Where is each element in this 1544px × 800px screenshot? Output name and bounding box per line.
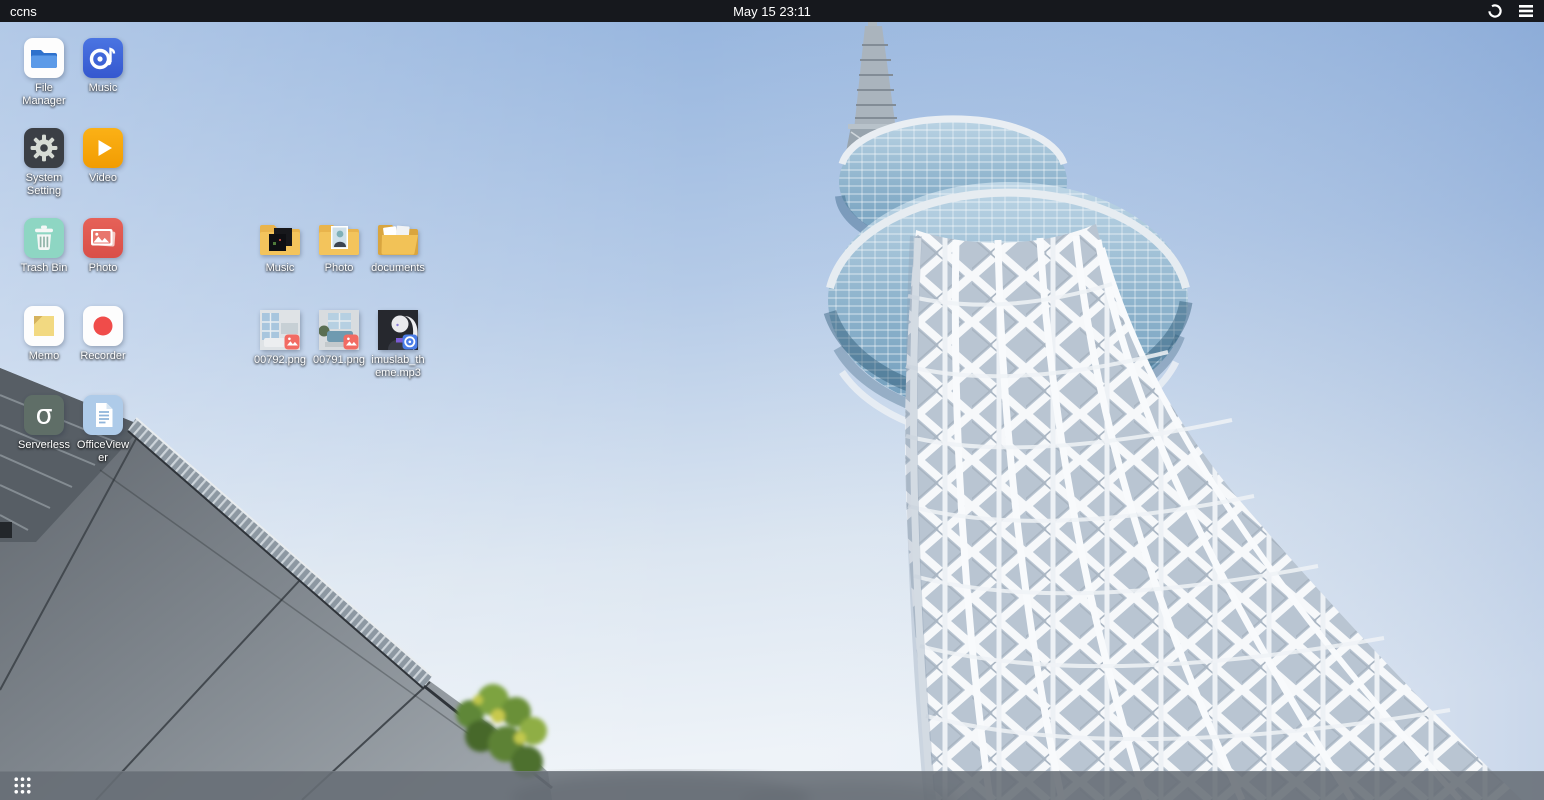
spinner-ring-icon[interactable] <box>1486 2 1504 20</box>
desktop-icon-system-setting[interactable]: System Setting <box>15 128 73 198</box>
app-grid-launcher-button[interactable] <box>11 775 33 797</box>
desktop-icon-photo[interactable]: Photo <box>74 218 132 275</box>
taskbar <box>0 771 1544 800</box>
desktop-icon-music[interactable]: Music <box>74 38 132 95</box>
icon-label: OfficeViewer <box>74 439 132 465</box>
desktop-file-00791[interactable]: 00791.png <box>310 310 368 367</box>
audio-file-thumbnail <box>378 310 418 350</box>
trash-bin-icon <box>24 218 64 258</box>
serverless-icon: σ <box>24 395 64 435</box>
icon-label: System Setting <box>15 172 73 198</box>
icon-label: Trash Bin <box>15 262 73 275</box>
icon-label: Memo <box>15 350 73 363</box>
recorder-icon <box>83 306 123 346</box>
folder-icon <box>257 220 303 258</box>
desktop-file-00792[interactable]: 00792.png <box>251 310 309 367</box>
image-file-thumbnail <box>260 310 300 350</box>
desktop: ccns May 15 23:11 Fil <box>0 0 1544 800</box>
desktop-icon-serverless[interactable]: σ Serverless <box>15 395 73 452</box>
image-file-thumbnail <box>319 310 359 350</box>
system-tray <box>1486 2 1544 20</box>
desktop-icon-recorder[interactable]: Recorder <box>74 306 132 363</box>
desktop-folder-photo[interactable]: Photo <box>310 220 368 275</box>
folder-label: documents <box>369 262 427 275</box>
file-manager-icon <box>24 38 64 78</box>
icon-label: Recorder <box>74 350 132 363</box>
hostname-label: ccns <box>0 4 37 19</box>
video-app-icon <box>83 128 123 168</box>
icon-label: File Manager <box>15 82 73 108</box>
icon-label: Serverless <box>15 439 73 452</box>
desktop-folder-documents[interactable]: documents <box>369 220 427 275</box>
folder-label: Music <box>251 262 309 275</box>
icon-label: Music <box>74 82 132 95</box>
folder-icon <box>375 220 421 258</box>
wallpaper <box>0 0 1544 800</box>
clock-label: May 15 23:11 <box>0 4 1544 19</box>
file-label: 00791.png <box>310 354 368 367</box>
photo-app-icon <box>83 218 123 258</box>
desktop-icon-officeviewer[interactable]: OfficeViewer <box>74 395 132 465</box>
menu-hamburger-icon[interactable] <box>1517 2 1535 20</box>
folder-label: Photo <box>310 262 368 275</box>
system-setting-icon <box>24 128 64 168</box>
desktop-icon-file-manager[interactable]: File Manager <box>15 38 73 108</box>
svg-text:σ: σ <box>35 400 52 431</box>
folder-icon <box>316 220 362 258</box>
officeviewer-icon <box>83 395 123 435</box>
icon-label: Video <box>74 172 132 185</box>
desktop-icon-trash-bin[interactable]: Trash Bin <box>15 218 73 275</box>
music-app-icon <box>83 38 123 78</box>
desktop-folder-music[interactable]: Music <box>251 220 309 275</box>
menubar: ccns May 15 23:11 <box>0 0 1544 22</box>
desktop-icon-memo[interactable]: Memo <box>15 306 73 363</box>
file-label: 00792.png <box>251 354 309 367</box>
memo-icon <box>24 306 64 346</box>
desktop-icon-video[interactable]: Video <box>74 128 132 185</box>
desktop-file-imuslab-theme[interactable]: imuslab_theme.mp3 <box>369 310 427 380</box>
file-label: imuslab_theme.mp3 <box>369 354 427 380</box>
icon-label: Photo <box>74 262 132 275</box>
app-grid-icon <box>13 776 32 795</box>
